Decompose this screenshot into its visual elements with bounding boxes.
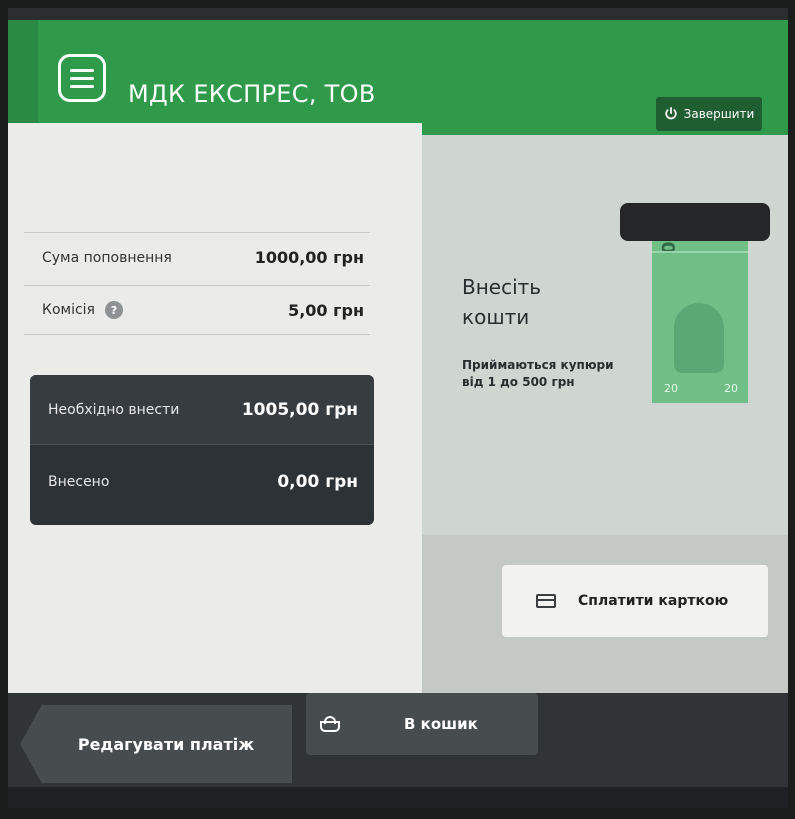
fee-label-group: Комісія ? (42, 301, 123, 319)
edit-payment-button[interactable]: Редагувати платіж (20, 705, 292, 783)
deposit-hint-line1: Приймаються купюри (462, 358, 614, 372)
screen-bottom-edge (8, 787, 788, 808)
paid-label: Внесено (48, 474, 110, 490)
add-to-cart-label: В кошик (404, 715, 478, 733)
exit-label: Завершити (683, 107, 755, 121)
deposit-title-line1: Внесіть (462, 275, 542, 299)
exit-button[interactable]: Завершити (656, 97, 762, 131)
add-to-cart-button[interactable]: В кошик (306, 693, 538, 755)
bill-denomination-right: 20 (724, 382, 738, 395)
totals-card: Необхідно внести 1005,00 грн Внесено 0,0… (30, 375, 374, 525)
due-value: 1005,00 грн (241, 399, 358, 420)
amount-value: 1000,00 грн (254, 248, 364, 267)
header-strip (8, 20, 38, 135)
help-icon[interactable]: ? (104, 301, 123, 319)
amount-row: Сума поповнення 1000,00 грн (24, 232, 370, 282)
footer-bar: Редагувати платіж В кошик (8, 693, 788, 808)
header-bar: МДК ЕКСПРЕС, ТОВ Завершити (8, 20, 788, 135)
fee-label: Комісія (42, 302, 95, 318)
basket-icon (320, 716, 340, 732)
bill-frame (652, 251, 748, 253)
paid-row: Внесено 0,00 грн (30, 447, 374, 517)
pay-by-card-label: Сплатити карткою (578, 593, 729, 609)
due-row: Необхідно внести 1005,00 грн (30, 375, 374, 445)
kiosk-screen: МДК ЕКСПРЕС, ТОВ Завершити Сума поповнен… (8, 8, 788, 808)
deposit-title: Внесіть кошти (462, 272, 541, 332)
amount-label: Сума поповнення (42, 249, 172, 266)
bill-slot-illustration (620, 203, 770, 241)
edit-payment-label: Редагувати платіж (77, 734, 255, 754)
banknote-illustration: 20 20 20 (652, 223, 748, 403)
credit-card-icon (536, 594, 556, 608)
paid-value: 0,00 грн (277, 472, 358, 492)
bill-denomination-left: 20 (664, 382, 678, 395)
due-label: Необхідно внести (48, 401, 180, 418)
fee-value: 5,00 грн (288, 300, 364, 320)
deposit-hint: Приймаються купюри від 1 до 500 грн (462, 357, 613, 391)
pay-by-card-button[interactable]: Сплатити карткою (502, 565, 768, 637)
deposit-panel: Внесіть кошти Приймаються купюри від 1 д… (422, 135, 788, 693)
payment-summary-panel: Сума поповнення 1000,00 грн Комісія ? 5,… (8, 123, 422, 693)
deposit-title-line2: кошти (462, 305, 530, 329)
power-icon (664, 107, 677, 120)
company-title: МДК ЕКСПРЕС, ТОВ (128, 80, 376, 108)
fee-row: Комісія ? 5,00 грн (24, 285, 370, 335)
bill-portrait (674, 303, 724, 373)
deposit-hint-line2: від 1 до 500 грн (462, 375, 575, 389)
menu-icon[interactable] (58, 54, 106, 102)
card-payment-area: Сплатити карткою (422, 535, 788, 693)
